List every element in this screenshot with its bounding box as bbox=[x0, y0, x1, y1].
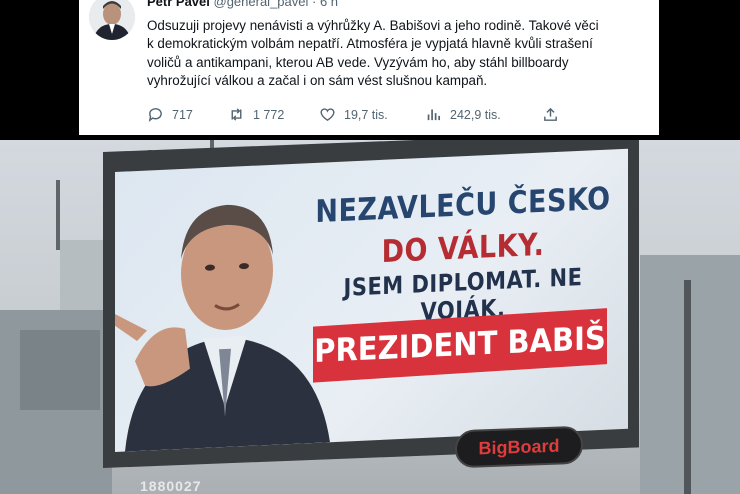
tweet-line: Odsuzuji projevy nenávisti a výhrůžky A.… bbox=[147, 18, 599, 33]
slogan-line-1: NEZAVLEČU ČESKO bbox=[315, 181, 611, 231]
background-building bbox=[60, 240, 105, 310]
author-handle[interactable]: @general_pavel bbox=[214, 0, 309, 9]
reply-count: 717 bbox=[172, 107, 193, 122]
billboard-portrait bbox=[115, 204, 330, 452]
tweet-line: vyhrožující válkou a začal i on sám vést… bbox=[147, 73, 488, 89]
like-button[interactable]: 19,7 tis. bbox=[319, 106, 388, 123]
billboard-plate-number: 1880027 bbox=[140, 478, 202, 494]
background-building bbox=[20, 330, 100, 410]
views-count: 242,9 tis. bbox=[450, 107, 501, 122]
tweet-line: voličů a antikampani, kterou AB vede. Vy… bbox=[147, 54, 569, 70]
reply-button[interactable]: 717 bbox=[147, 106, 193, 123]
views-button[interactable]: 242,9 tis. bbox=[425, 106, 501, 123]
tweet-time[interactable]: 6 h bbox=[320, 0, 338, 9]
street-lamp bbox=[684, 280, 691, 494]
retweet-button[interactable]: 1 772 bbox=[228, 106, 284, 123]
retweet-icon bbox=[231, 108, 242, 121]
share-button[interactable] bbox=[542, 106, 559, 123]
tweet-line: k demokratickým volbám nepatří. Atmosfér… bbox=[147, 36, 593, 52]
views-bar-chart-icon bbox=[427, 109, 441, 121]
antenna-mast bbox=[56, 180, 60, 250]
heart-icon bbox=[320, 108, 335, 122]
billboard-photo: NEZAVLEČU ČESKO DO VÁLKY. JSEM DIPLOMAT.… bbox=[0, 140, 740, 494]
tweet-card: Petr Pavel @general_pavel · 6 h Odsuzuji… bbox=[79, 0, 659, 135]
author-name[interactable]: Petr Pavel bbox=[147, 0, 210, 9]
header-separator: · bbox=[312, 0, 317, 9]
avatar[interactable] bbox=[89, 0, 135, 40]
tweet-header: Petr Pavel @general_pavel · 6 h bbox=[147, 0, 338, 9]
share-icon bbox=[544, 107, 557, 121]
bigboard-logo: BigBoard bbox=[455, 425, 583, 469]
reply-icon bbox=[148, 108, 162, 122]
like-count: 19,7 tis. bbox=[344, 107, 388, 122]
retweet-count: 1 772 bbox=[253, 107, 285, 122]
billboard-panel: NEZAVLEČU ČESKO DO VÁLKY. JSEM DIPLOMAT.… bbox=[115, 148, 628, 452]
tweet-text: Odsuzuji projevy nenávisti a výhrůžky A.… bbox=[147, 17, 647, 91]
tweet-actions: 717 1 772 19,7 tis. 242,9 tis. bbox=[147, 106, 567, 126]
